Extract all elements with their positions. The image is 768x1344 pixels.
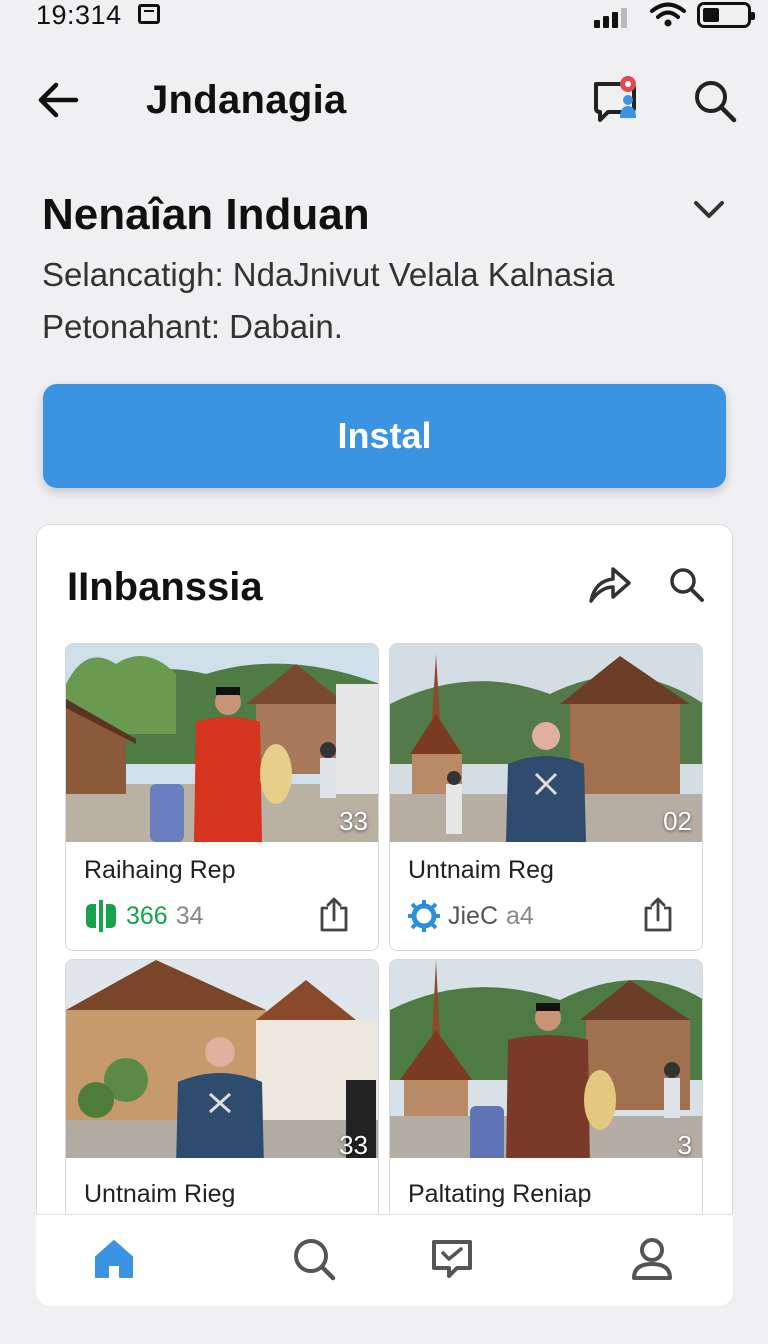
tile-share-button[interactable] [642,896,674,932]
back-arrow-icon [38,82,79,118]
nav-messages[interactable] [426,1233,478,1285]
share-icon [320,897,348,932]
app-bar: Jndanagia [0,60,768,140]
chat-person-icon [594,76,636,122]
tile-name: Raihaing Rep [84,856,236,884]
search-icon [670,568,704,602]
tile-badge: 3 [677,1130,692,1160]
share-button[interactable] [587,561,633,607]
tile-stat-extra: a4 [506,901,534,930]
tile-share-button[interactable] [318,896,350,932]
gallery-tile[interactable]: 3 Paltating Reniap [389,959,703,1219]
search-icon [294,1239,336,1281]
info-detail-2: Petonahant: Dabain. [42,308,343,345]
search-icon [695,81,737,123]
bottom-nav [36,1214,733,1306]
blue-gear-icon [408,900,440,932]
search-button[interactable] [690,76,740,126]
chat-icon [432,1240,472,1278]
gallery-tile[interactable]: 33 Raihaing Rep 366 34 [65,643,379,951]
gallery-tile[interactable]: 33 Untnaim Rieg [65,959,379,1219]
home-icon [95,1240,133,1278]
chat-button[interactable] [590,74,644,128]
share-icon [644,897,672,932]
status-time: 19:314 [36,0,122,30]
section-card: IInbanssia 33 Raihaing Rep 366 34 02 Unt… [36,524,733,1306]
wifi-icon [650,2,686,27]
profile-icon [632,1238,672,1280]
section-search-button[interactable] [667,565,707,605]
photo-village-man-red [66,644,378,842]
tile-stat-value: 366 [126,901,168,930]
tile-stat: JieC a4 [408,900,534,932]
tile-name: Paltating Reniap [408,1180,592,1208]
section-title: IInbanssia [67,565,263,609]
tile-stat-extra: 34 [175,901,204,930]
share-arrow-icon [589,567,631,603]
info-detail-1: Selancatigh: NdaJnivut Velala Kalnasia [42,256,615,293]
tile-badge: 33 [339,806,368,836]
tile-stat-value: JieC [448,901,499,930]
back-button[interactable] [34,78,82,122]
tile-name: Untnaim Reg [408,856,554,884]
info-title: Nenaîan Induan [42,190,370,239]
tile-stat: 366 34 [84,900,204,932]
chevron-down-icon [694,201,724,218]
photo-temple-man-batik [390,960,702,1158]
tile-badge: 33 [339,1130,368,1160]
notification-icon [138,4,160,24]
status-bar: 19:314 [0,0,768,34]
battery-icon [697,2,755,28]
photo-village-man-blue [390,644,702,842]
nav-home[interactable] [88,1233,140,1285]
green-leaf-icon [86,900,116,932]
gallery-tile[interactable]: 02 Untnaim Reg JieC a4 [389,643,703,951]
nav-profile[interactable] [626,1233,678,1285]
install-button[interactable]: Instal [43,384,726,488]
tile-badge: 02 [663,806,692,836]
photo-house-man-blue [66,960,378,1158]
nav-search[interactable] [288,1233,340,1285]
tile-name: Untnaim Rieg [84,1180,236,1208]
expand-button[interactable] [688,192,730,228]
page-title: Jndanagia [146,78,347,122]
signal-icon [594,6,638,28]
